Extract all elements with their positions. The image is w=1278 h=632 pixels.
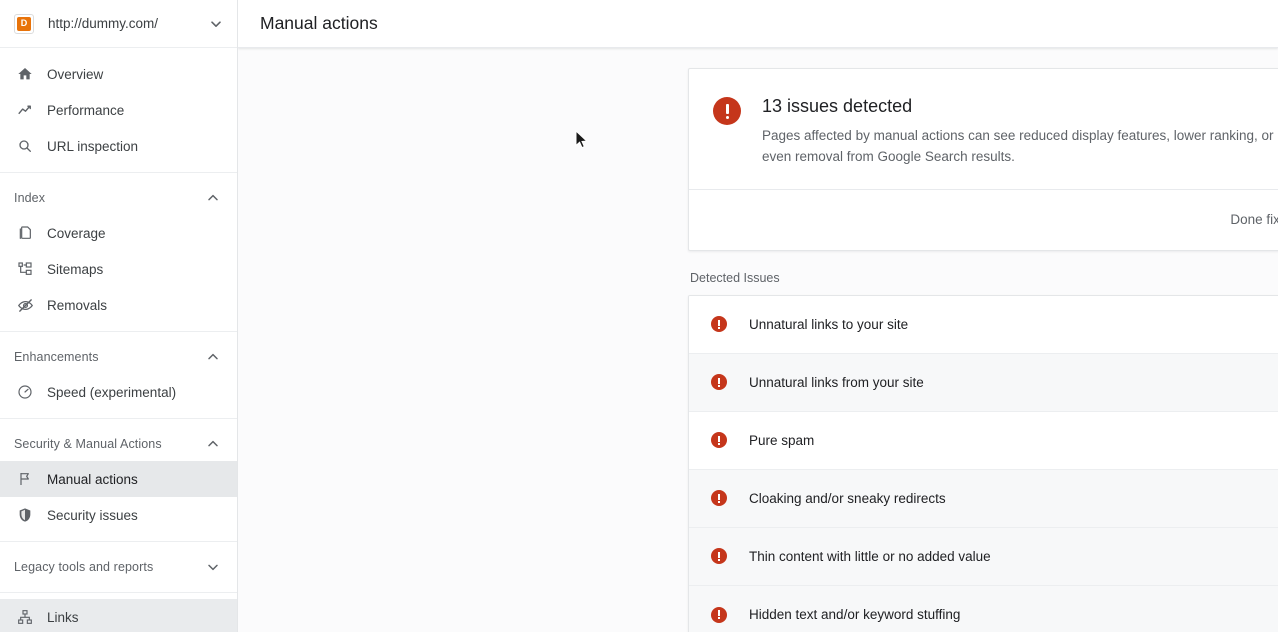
sidebar-item-security-issues[interactable]: Security issues <box>0 497 237 533</box>
property-favicon-icon: D <box>14 14 34 34</box>
home-icon <box>16 65 34 83</box>
summary-body: 13 issues detected Pages affected by man… <box>689 69 1278 189</box>
chevron-up-icon[interactable] <box>205 190 221 206</box>
sidebar-item-label: Links <box>47 610 79 625</box>
page-header: Manual actions <box>238 0 1278 48</box>
error-icon <box>713 97 741 125</box>
section-header-security[interactable]: Security & Manual Actions <box>0 427 237 461</box>
sidebar-item-label: Manual actions <box>47 472 138 487</box>
main-panel: Manual actions 13 issues detected Pages … <box>238 0 1278 632</box>
chevron-down-icon[interactable] <box>205 559 221 575</box>
error-icon <box>711 316 727 332</box>
speedometer-icon <box>16 383 34 401</box>
sidebar-item-sitemaps[interactable]: Sitemaps <box>0 251 237 287</box>
error-icon <box>711 432 727 448</box>
sidebar-item-manual-actions[interactable]: Manual actions <box>0 461 237 497</box>
sidebar-item-label: URL inspection <box>47 139 138 154</box>
summary-description: Pages affected by manual actions can see… <box>762 126 1278 167</box>
detected-issues-list: Unnatural links to your site Affects all… <box>688 295 1278 632</box>
sidebar-item-label: Sitemaps <box>47 262 103 277</box>
sitemap-icon <box>16 260 34 278</box>
chevron-up-icon[interactable] <box>205 436 221 452</box>
section-title: Security & Manual Actions <box>14 437 205 451</box>
content-scroll-area: 13 issues detected Pages affected by man… <box>238 48 1278 632</box>
section-title: Enhancements <box>14 350 205 364</box>
sidebar-item-coverage[interactable]: Coverage <box>0 215 237 251</box>
nav-section-legacy: Legacy tools and reports <box>0 541 237 592</box>
property-url: http://dummy.com/ <box>48 16 207 31</box>
nav-section-enhancements: Enhancements Speed (experimental) <box>0 331 237 418</box>
table-row[interactable]: Thin content with little or no added val… <box>689 528 1278 586</box>
summary-card: 13 issues detected Pages affected by man… <box>688 68 1278 251</box>
links-hierarchy-icon <box>16 608 34 626</box>
sidebar-item-label: Speed (experimental) <box>47 385 176 400</box>
summary-footer: Done fixing? REQUEST REVIEW <box>689 189 1278 250</box>
issue-name: Unnatural links to your site <box>749 317 1278 332</box>
sidebar-item-label: Coverage <box>47 226 106 241</box>
issue-name: Pure spam <box>749 433 1278 448</box>
search-icon <box>16 137 34 155</box>
content-inner: 13 issues detected Pages affected by man… <box>688 68 1278 632</box>
issue-name: Unnatural links from your site <box>749 375 1278 390</box>
pages-icon <box>16 224 34 242</box>
table-row[interactable]: Cloaking and/or sneaky redirects Affects… <box>689 470 1278 528</box>
table-row[interactable]: Pure spam Affects all pages <box>689 412 1278 470</box>
section-title: Index <box>14 191 205 205</box>
issue-name: Thin content with little or no added val… <box>749 549 1278 564</box>
sidebar-item-speed[interactable]: Speed (experimental) <box>0 374 237 410</box>
chevron-up-icon[interactable] <box>205 349 221 365</box>
detected-issues-label: Detected Issues <box>690 271 1278 285</box>
sidebar-item-overview[interactable]: Overview <box>0 56 237 92</box>
sidebar-item-label: Performance <box>47 103 124 118</box>
sidebar-item-performance[interactable]: Performance <box>0 92 237 128</box>
eye-off-icon <box>16 296 34 314</box>
table-row[interactable]: Unnatural links from your site Affects a… <box>689 354 1278 412</box>
summary-text: 13 issues detected Pages affected by man… <box>762 95 1278 167</box>
sidebar-item-label: Removals <box>47 298 107 313</box>
chevron-down-icon[interactable] <box>207 15 225 33</box>
issue-name: Hidden text and/or keyword stuffing <box>749 607 1278 622</box>
flag-icon <box>16 470 34 488</box>
summary-heading: 13 issues detected <box>762 95 1278 118</box>
section-title: Legacy tools and reports <box>14 560 205 574</box>
nav-group-links: Links <box>0 592 237 632</box>
property-favicon-letter: D <box>17 17 31 31</box>
error-icon <box>711 548 727 564</box>
search-console-app: D http://dummy.com/ Overview Performance <box>0 0 1278 632</box>
shield-icon <box>16 506 34 524</box>
section-header-index[interactable]: Index <box>0 181 237 215</box>
page-title: Manual actions <box>260 13 378 34</box>
done-fixing-label: Done fixing? <box>1230 212 1278 227</box>
issue-name: Cloaking and/or sneaky redirects <box>749 491 1278 506</box>
property-selector[interactable]: D http://dummy.com/ <box>0 0 237 48</box>
sidebar-item-links[interactable]: Links <box>0 599 237 632</box>
table-row[interactable]: Hidden text and/or keyword stuffing Affe… <box>689 586 1278 632</box>
nav-section-index: Index Coverage Sitemaps <box>0 172 237 331</box>
sidebar-item-url-inspection[interactable]: URL inspection <box>0 128 237 164</box>
sidebar-item-removals[interactable]: Removals <box>0 287 237 323</box>
error-icon <box>711 374 727 390</box>
sidebar-item-label: Overview <box>47 67 103 82</box>
nav-section-security: Security & Manual Actions Manual actions… <box>0 418 237 541</box>
sidebar: D http://dummy.com/ Overview Performance <box>0 0 238 632</box>
nav-group-primary: Overview Performance URL inspection <box>0 48 237 172</box>
sidebar-item-label: Security issues <box>47 508 138 523</box>
table-row[interactable]: Unnatural links to your site Affects all… <box>689 296 1278 354</box>
trending-up-icon <box>16 101 34 119</box>
error-icon <box>711 490 727 506</box>
section-header-legacy[interactable]: Legacy tools and reports <box>0 550 237 584</box>
error-icon <box>711 607 727 623</box>
section-header-enhancements[interactable]: Enhancements <box>0 340 237 374</box>
